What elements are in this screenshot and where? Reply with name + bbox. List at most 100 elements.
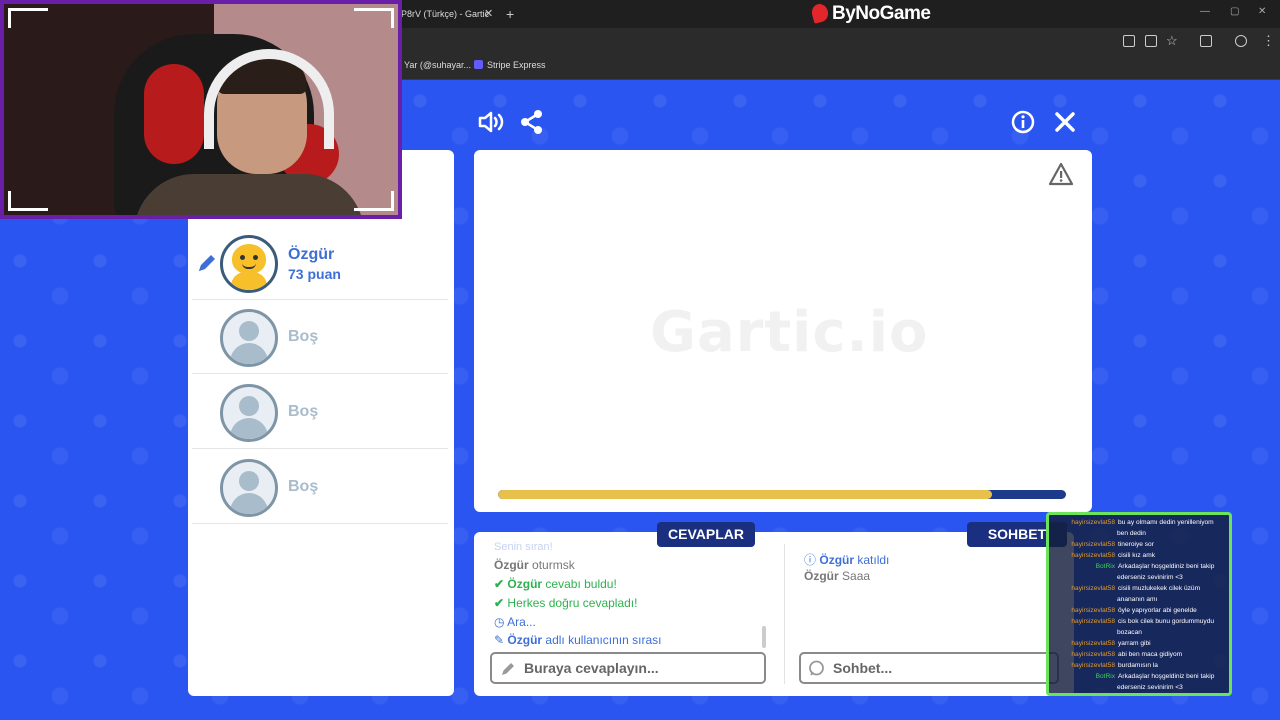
answer-line: ✔ Özgür cevabı buldu! bbox=[494, 577, 617, 591]
stream-chat-text: cisili kız amk bbox=[1118, 552, 1155, 559]
stream-chat-message: hayirsizevlat58 cis bok cilek bunu gordum… bbox=[1053, 616, 1225, 638]
bookmark-star-icon[interactable]: ☆ bbox=[1166, 33, 1178, 49]
bookmark-item-stripe[interactable]: Stripe Express bbox=[474, 60, 546, 70]
answer-line: Özgür oturmsk bbox=[494, 558, 575, 572]
answer-line: ✎ Özgür adlı kullanıcının sırası bbox=[494, 633, 661, 647]
stream-chat-text: abi ben maca gidiyom bbox=[1118, 651, 1183, 658]
player-name: Boş bbox=[288, 403, 319, 420]
stream-chat-user: hayirsizevlat58 bbox=[1071, 541, 1115, 548]
gartic-watermark: Gartic.io bbox=[650, 300, 929, 365]
stream-chat-user: hayirsizevlat58 bbox=[1071, 519, 1115, 526]
player-row[interactable]: Özgür 73 puan bbox=[192, 226, 448, 300]
answers-chat-panel: Senin sıran! Özgür oturmsk ✔ Özgür cevab… bbox=[474, 532, 1074, 696]
empty-avatar-icon bbox=[220, 384, 278, 442]
round-progress-bar bbox=[498, 490, 1066, 499]
drawing-canvas[interactable]: Gartic.io bbox=[474, 150, 1092, 512]
answers-scrollbar[interactable] bbox=[762, 626, 766, 648]
pencil-icon: ✎ bbox=[494, 633, 505, 647]
answer-line: ✔ Herkes doğru cevapladı! bbox=[494, 596, 637, 610]
close-icon[interactable] bbox=[1054, 111, 1076, 133]
stream-chat-message: hayirsizevlat58 abi ben maca gidiyom bbox=[1053, 649, 1225, 660]
stream-chat-user: hayirsizevlat58 bbox=[1071, 640, 1115, 647]
answer-user: Özgür bbox=[507, 577, 543, 591]
player-name: Boş bbox=[288, 478, 319, 495]
empty-avatar-icon bbox=[220, 309, 278, 367]
player-score: 73 puan bbox=[288, 266, 341, 282]
extensions-icon[interactable] bbox=[1200, 35, 1212, 47]
stream-chat-message: hayirsizevlat58 yarram gibi bbox=[1053, 638, 1225, 649]
bookmark-label: Stripe Express bbox=[487, 60, 546, 70]
stream-chat-text: Arkadaşlar hoşgeldiniz beni takip ederse… bbox=[1117, 563, 1215, 581]
info-icon[interactable] bbox=[1011, 110, 1035, 134]
stream-chat-message: hayirsizevlat58 tineroiye sor bbox=[1053, 539, 1225, 550]
stream-chat-user: hayirsizevlat58 bbox=[1071, 607, 1115, 614]
brand-mark-icon bbox=[809, 2, 831, 24]
profile-icon[interactable] bbox=[1235, 35, 1247, 47]
stream-chat-text: tineroiye sor bbox=[1118, 541, 1154, 548]
stream-chat-text: yarram gibi bbox=[1118, 640, 1151, 647]
stream-chat-user: hayirsizevlat58 bbox=[1071, 618, 1115, 625]
info-icon: ⓘ bbox=[804, 553, 817, 567]
panel-divider bbox=[784, 544, 785, 684]
player-row-empty: Boş bbox=[192, 375, 448, 449]
player-name: Özgür bbox=[288, 246, 335, 263]
answer-line: ◷ Ara... bbox=[494, 615, 536, 629]
stream-chat-text: bu ay olmamı dedin yenilleniyom ben dedi… bbox=[1117, 519, 1214, 537]
check-icon: ✔ bbox=[494, 577, 505, 591]
answer-line: Senin sıran! bbox=[494, 541, 553, 553]
chat-input[interactable]: Sohbet... bbox=[799, 652, 1059, 684]
tab-close-icon[interactable]: ✕ bbox=[484, 3, 493, 25]
chat-text: Saaa bbox=[842, 569, 871, 583]
clock-icon: ◷ bbox=[494, 615, 505, 629]
stream-chat-text: burdamısın la bbox=[1118, 662, 1158, 669]
stream-chat-text: öyle yapıyorlar abi genelde bbox=[1118, 607, 1197, 614]
player-name: Boş bbox=[288, 328, 319, 345]
menu-icon[interactable]: ⋮ bbox=[1262, 33, 1275, 49]
window-close-icon[interactable]: ✕ bbox=[1258, 6, 1266, 17]
chat-user: Özgür bbox=[819, 553, 855, 567]
answer-placeholder: Buraya cevaplayın... bbox=[524, 660, 659, 676]
stream-chat-overlay: hayirsizevlat58 bu ay olmamı dedin yenill… bbox=[1046, 512, 1232, 696]
chat-user: Özgür bbox=[804, 569, 839, 583]
brand-logo-text: ByNoGame bbox=[832, 3, 931, 24]
new-tab-button[interactable]: + bbox=[506, 3, 514, 25]
cast-icon[interactable] bbox=[1145, 35, 1157, 47]
stream-chat-message: BotRix Arkadaşlar hoşgeldiniz beni takip … bbox=[1053, 561, 1225, 583]
share-icon[interactable] bbox=[520, 109, 544, 135]
stream-chat-user: hayirsizevlat58 bbox=[1071, 651, 1115, 658]
stream-chat-user: BotRix bbox=[1095, 673, 1115, 680]
progress-fill bbox=[498, 490, 993, 499]
chat-text: katıldı bbox=[857, 553, 890, 567]
sound-icon[interactable] bbox=[478, 110, 506, 134]
answer-text: Herkes doğru cevapladı! bbox=[507, 596, 638, 610]
answer-user: Özgür bbox=[507, 633, 543, 647]
bookmark-item[interactable]: Yar (@suhayar... bbox=[404, 60, 471, 70]
answer-text: oturmsk bbox=[532, 558, 575, 572]
chat-line: Özgür Saaa bbox=[804, 569, 870, 583]
stream-chat-user: hayirsizevlat58 bbox=[1071, 662, 1115, 669]
answer-user: Özgür bbox=[494, 558, 529, 572]
warning-icon[interactable] bbox=[1048, 162, 1074, 186]
translate-icon[interactable] bbox=[1123, 35, 1135, 47]
stream-chat-text: cisili muzlukekek cilek üzüm anananın am… bbox=[1117, 585, 1201, 603]
stream-chat-text: cis bok cilek bunu gordummuydu bozacan bbox=[1117, 618, 1215, 636]
stream-chat-text: Arkadaşlar hoşgeldiniz beni takip ederse… bbox=[1117, 673, 1215, 691]
players-panel: Özgür 73 puan Boş Boş Boş bbox=[188, 150, 454, 696]
brand-logo: ByNoGame bbox=[809, 2, 931, 26]
maximize-icon[interactable]: ▢ bbox=[1230, 6, 1239, 17]
stream-chat-message: hayirsizevlat58 cisili kız amk bbox=[1053, 550, 1225, 561]
chat-line: ⓘ Özgür katıldı bbox=[804, 551, 889, 568]
answer-input[interactable]: Buraya cevaplayın... bbox=[490, 652, 766, 684]
stream-chat-user: hayirsizevlat58 bbox=[1071, 585, 1115, 592]
stream-chat-message: BotRix Arkadaşlar hoşgeldiniz beni takip … bbox=[1053, 671, 1225, 693]
answers-tab[interactable]: CEVAPLAR bbox=[657, 522, 755, 547]
empty-avatar-icon bbox=[220, 459, 278, 517]
stream-chat-message: hayirsizevlat58 bu ay olmamı dedin yenill… bbox=[1053, 517, 1225, 539]
answer-text: Ara... bbox=[507, 615, 536, 629]
webcam-overlay bbox=[0, 0, 402, 219]
pencil-icon bbox=[199, 255, 215, 271]
stream-chat-user: hayirsizevlat58 bbox=[1071, 552, 1115, 559]
player-row-empty: Boş bbox=[192, 450, 448, 524]
minimize-icon[interactable]: — bbox=[1200, 6, 1210, 17]
stream-chat-message: hayirsizevlat58 öyle yapıyorlar abi genel… bbox=[1053, 605, 1225, 616]
